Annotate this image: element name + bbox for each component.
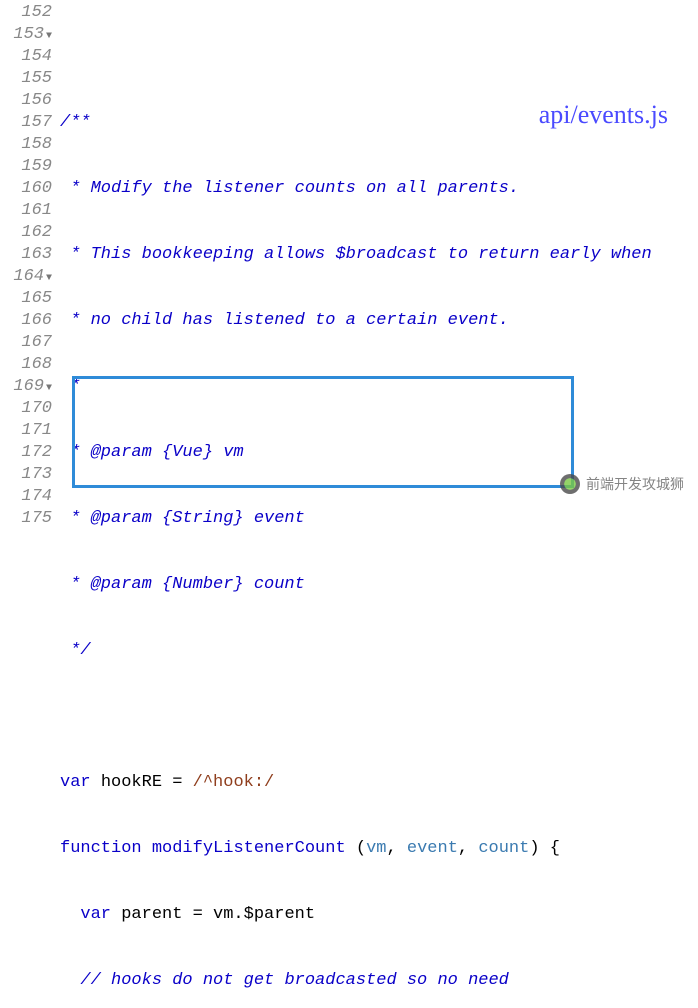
line-number: 153 (0, 24, 52, 46)
watermark-text: 前端开发攻城狮 (586, 474, 684, 494)
code-line: */ (60, 640, 698, 662)
line-number: 164 (0, 266, 52, 288)
code-line (60, 46, 698, 68)
line-number-gutter: 1521531541551561571581591601611621631641… (0, 2, 60, 1008)
watermark: 前端开发攻城狮 (560, 474, 684, 494)
line-number: 163 (0, 244, 52, 266)
line-number: 158 (0, 134, 52, 156)
line-number: 156 (0, 90, 52, 112)
code-line: * @param {String} event (60, 508, 698, 530)
line-number: 171 (0, 420, 52, 442)
code-line: var hookRE = /^hook:/ (60, 772, 698, 794)
code-line (60, 706, 698, 728)
code-line: function modifyListenerCount (vm, event,… (60, 838, 698, 860)
line-number: 160 (0, 178, 52, 200)
code-line: * @param {Number} count (60, 574, 698, 596)
code-content[interactable]: /** * Modify the listener counts on all … (60, 2, 698, 1008)
line-number: 161 (0, 200, 52, 222)
line-number: 168 (0, 354, 52, 376)
line-number: 152 (0, 2, 52, 24)
code-line: /** (60, 112, 698, 134)
line-number: 165 (0, 288, 52, 310)
line-number: 173 (0, 464, 52, 486)
line-number: 162 (0, 222, 52, 244)
line-number: 172 (0, 442, 52, 464)
code-line: * @param {Vue} vm (60, 442, 698, 464)
code-line: var parent = vm.$parent (60, 904, 698, 926)
code-line: * This bookkeeping allows $broadcast to … (60, 244, 698, 266)
line-number: 154 (0, 46, 52, 68)
line-number: 170 (0, 398, 52, 420)
code-line: * no child has listened to a certain eve… (60, 310, 698, 332)
code-line: * Modify the listener counts on all pare… (60, 178, 698, 200)
line-number: 159 (0, 156, 52, 178)
line-number: 175 (0, 508, 52, 530)
line-number: 155 (0, 68, 52, 90)
line-number: 157 (0, 112, 52, 134)
wechat-icon (560, 474, 580, 494)
code-editor[interactable]: 1521531541551561571581591601611621631641… (0, 0, 698, 1008)
line-number: 166 (0, 310, 52, 332)
line-number: 174 (0, 486, 52, 508)
line-number: 167 (0, 332, 52, 354)
line-number: 169 (0, 376, 52, 398)
code-line: // hooks do not get broadcasted so no ne… (60, 970, 698, 992)
code-line: * (60, 376, 698, 398)
